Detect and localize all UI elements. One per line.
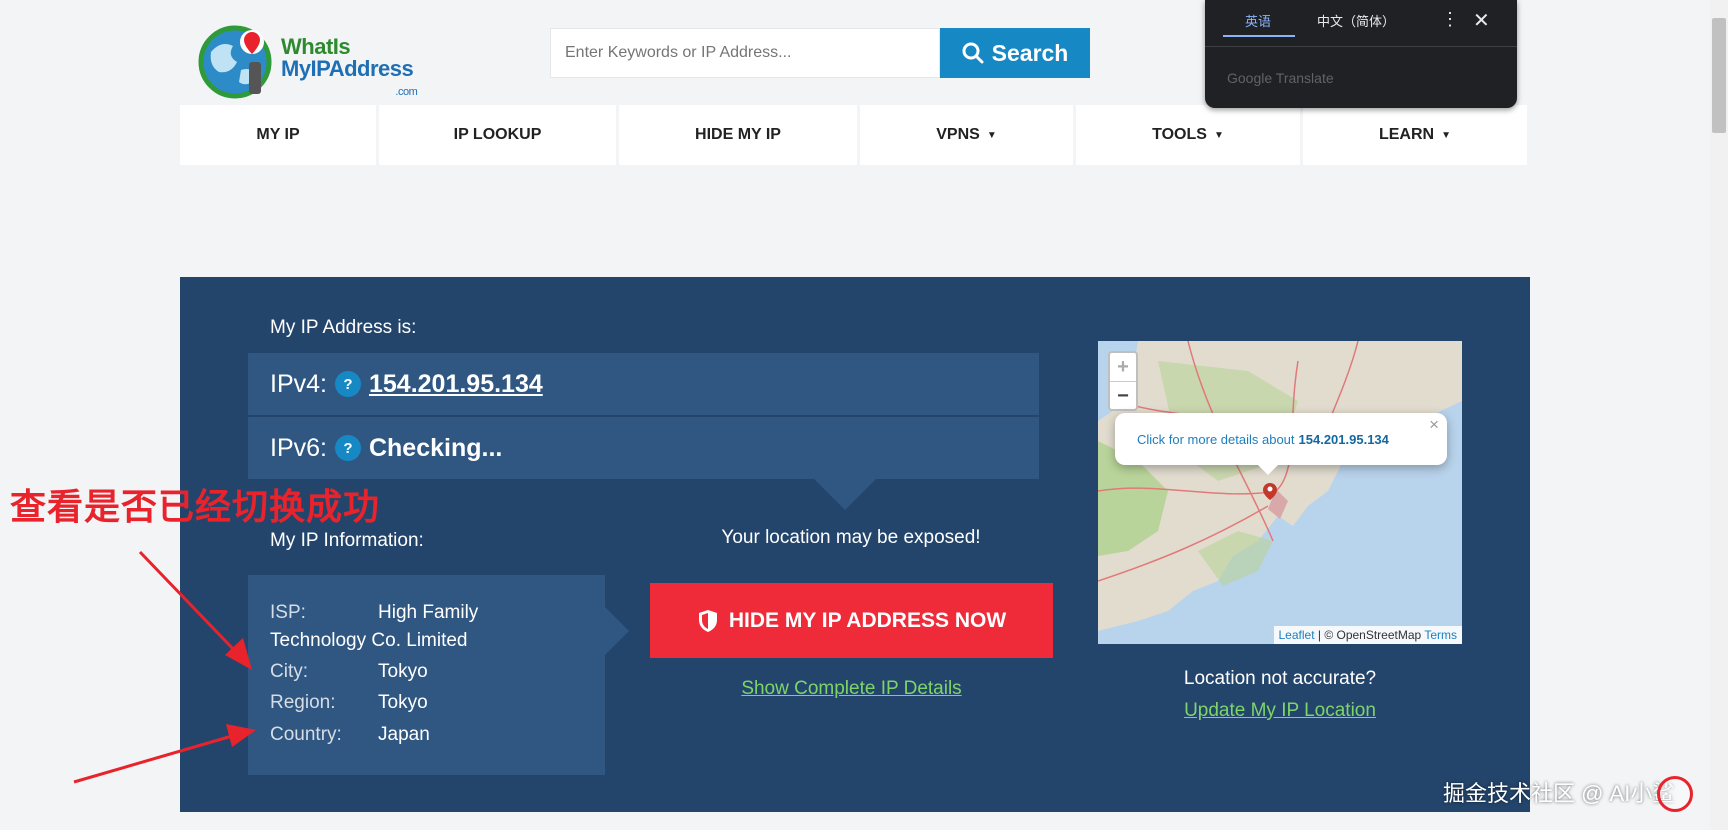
help-icon[interactable]: ? — [334, 435, 361, 461]
logo-line-2: MyIPAddress — [281, 56, 414, 81]
nav-label: IP LOOKUP — [453, 126, 542, 143]
popup-text: Click for more details about — [1137, 431, 1295, 447]
shield-icon — [698, 609, 717, 632]
location-map[interactable]: + − Click for more details about 154.201… — [1098, 341, 1462, 644]
search-icon — [962, 42, 984, 64]
country-label: Country: — [270, 724, 342, 745]
annotation-arrows — [73, 550, 256, 784]
translate-tab-chinese[interactable]: 中文（简体） — [1317, 11, 1395, 30]
country-value: Japan — [378, 724, 430, 745]
map-tiles — [1098, 341, 1462, 631]
show-details-link[interactable]: Show Complete IP Details — [650, 678, 1053, 700]
caret-down-icon: ▼ — [986, 129, 997, 141]
leaflet-link[interactable]: Leaflet — [1279, 628, 1315, 642]
site-logo[interactable]: WhatIs MyIPAddress .com — [197, 22, 437, 100]
isp-value-line-2: Technology Co. Limited — [270, 630, 468, 651]
search-button[interactable]: Search — [940, 28, 1090, 78]
osm-credit: | © OpenStreetMap — [1314, 628, 1425, 642]
globe-icon — [198, 25, 272, 99]
ip-heading: My IP Address is: — [270, 317, 417, 338]
main-nav: MY IP IP LOOKUP HIDE MY IP VPNS ▼ TOOLS … — [180, 105, 1530, 165]
zoom-in-button[interactable]: + — [1110, 353, 1136, 382]
city-value: Tokyo — [378, 661, 428, 682]
ipv4-value[interactable]: 154.201.95.134 — [369, 370, 543, 399]
map-zoom-control: + − — [1108, 351, 1138, 411]
update-location-link[interactable]: Update My IP Location — [1098, 700, 1462, 722]
ipv4-row: IPv4: ? 154.201.95.134 — [248, 353, 1039, 415]
ip-box-pointer — [813, 478, 877, 510]
ipv6-row: IPv6: ? Checking... — [248, 417, 1039, 479]
help-icon[interactable]: ? — [334, 371, 361, 397]
exposure-warning: Your location may be exposed! — [721, 527, 981, 548]
nav-label: LEARN — [1378, 126, 1435, 143]
region-value: Tokyo — [378, 692, 428, 713]
map-attribution: Leaflet | © OpenStreetMap Terms — [1273, 626, 1462, 644]
search-input[interactable] — [550, 28, 940, 78]
country-row: Country: Japan — [270, 724, 430, 746]
popup-tip — [1258, 465, 1278, 475]
nav-learn[interactable]: LEARN ▼ — [1303, 105, 1527, 165]
zoom-out-button[interactable]: − — [1110, 382, 1136, 410]
nav-vpns[interactable]: VPNS ▼ — [860, 105, 1073, 165]
isp-value-line-1: High Family — [378, 602, 479, 623]
popup-ip: 154.201.95.134 — [1298, 431, 1389, 447]
info-box-pointer — [605, 607, 629, 655]
scrollbar-thumb[interactable] — [1712, 18, 1726, 133]
info-heading: My IP Information: — [270, 530, 424, 551]
hide-ip-button-label: HIDE MY IP ADDRESS NOW — [728, 608, 1007, 632]
ipv6-label: IPv6: — [270, 433, 327, 462]
nav-label: VPNS — [936, 126, 980, 143]
logo-line-1: WhatIs — [281, 34, 351, 59]
watermark-logo-icon — [1657, 776, 1693, 812]
annotation-label: 查看是否已经切换成功 — [10, 486, 381, 527]
more-options-icon[interactable]: ⋮ — [1441, 9, 1459, 30]
search-button-label: Search — [991, 39, 1069, 66]
nav-label: MY IP — [256, 126, 300, 143]
logo-suffix: .com — [395, 86, 418, 98]
nav-ip-lookup[interactable]: IP LOOKUP — [379, 105, 616, 165]
popup-close-icon[interactable]: × — [1429, 415, 1439, 435]
caret-down-icon: ▼ — [1441, 129, 1451, 141]
nav-label: HIDE MY IP — [695, 126, 781, 143]
nav-tools[interactable]: TOOLS ▼ — [1076, 105, 1300, 165]
translate-tab-english[interactable]: 英语 — [1245, 11, 1271, 30]
close-icon[interactable]: ✕ — [1473, 8, 1490, 33]
translate-popup: 英语 中文（简体） ⋮ ✕ Google Translate — [1205, 0, 1517, 108]
ipv4-label: IPv4: — [270, 369, 327, 398]
divider — [1205, 46, 1517, 47]
nav-my-ip[interactable]: MY IP — [180, 105, 376, 165]
ipv6-value: Checking... — [368, 433, 503, 462]
google-translate-brand: Google Translate — [1227, 70, 1334, 86]
active-tab-indicator — [1223, 35, 1295, 37]
location-question: Location not accurate? — [1183, 668, 1377, 689]
watermark: 掘金技术社区 @ AI小鲨 — [1443, 781, 1675, 806]
caret-down-icon: ▼ — [1213, 129, 1224, 141]
terms-link[interactable]: Terms — [1424, 628, 1457, 642]
nav-label: TOOLS — [1152, 126, 1207, 143]
map-popup[interactable]: Click for more details about 154.201.95.… — [1115, 413, 1447, 465]
nav-hide-my-ip[interactable]: HIDE MY IP — [619, 105, 857, 165]
hide-ip-button[interactable]: HIDE MY IP ADDRESS NOW — [650, 583, 1053, 658]
